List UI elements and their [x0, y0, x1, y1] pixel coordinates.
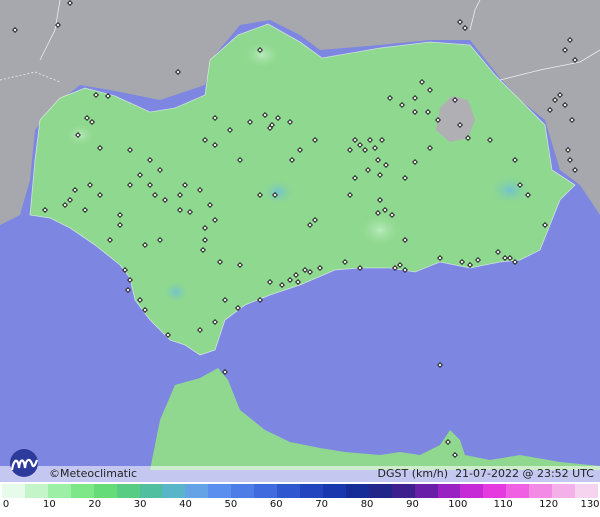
scale-swatch: [24, 484, 48, 498]
scale-tick-label: 20: [88, 499, 102, 510]
scale-swatch: [322, 484, 346, 498]
brand-label: ©Meteoclimatic: [49, 467, 138, 480]
wind-hotspot: [162, 280, 190, 304]
scale-swatch: [345, 484, 369, 498]
scale-tick-label: 100: [448, 499, 468, 510]
map-info: DGST (km/h) 21-07-2022 @ 23:52 UTC: [378, 467, 594, 480]
scale-tick-label: 110: [493, 499, 513, 510]
scale-tick-label: 0: [2, 499, 10, 510]
scale-swatch: [277, 484, 300, 498]
scale-tick-label: 120: [539, 499, 559, 510]
scale-swatch: [116, 484, 140, 498]
scale-swatch: [299, 484, 323, 498]
wind-hotspot: [488, 174, 532, 206]
calm-zone: [242, 41, 282, 69]
scale-swatch: [185, 484, 209, 498]
color-scale-bar: [2, 484, 598, 498]
scale-tick-label: 130: [580, 499, 600, 510]
scale-tick-label: 80: [360, 499, 374, 510]
scale-swatch: [162, 484, 186, 498]
color-scale: 0 10 20 30 40 50 60 70 80 90 100 110 120 130: [0, 482, 600, 517]
scale-swatch: [575, 484, 598, 498]
scale-swatch: [47, 484, 71, 498]
variable-label: DGST (km/h): [377, 467, 449, 480]
calm-zone: [358, 212, 402, 248]
scale-swatch: [208, 484, 232, 498]
scale-swatch: [2, 484, 25, 498]
scale-swatch: [529, 484, 553, 498]
scale-tick-label: 50: [224, 499, 238, 510]
scale-tick-label: 90: [406, 499, 419, 510]
scale-tick-label: 60: [269, 499, 283, 510]
scale-swatch: [391, 484, 415, 498]
scale-tick-label: 30: [133, 499, 147, 510]
scale-swatch: [506, 484, 530, 498]
wind-hotspot: [260, 178, 296, 206]
scale-swatch: [231, 484, 255, 498]
scale-swatch: [368, 484, 392, 498]
wind-gust-map: [0, 0, 600, 517]
scale-swatch: [414, 484, 438, 498]
scale-swatch: [93, 484, 117, 498]
scale-swatch: [437, 484, 461, 498]
scale-tick-label: 70: [315, 499, 329, 510]
scale-swatch: [460, 484, 484, 498]
scale-swatch: [552, 484, 576, 498]
scale-swatch: [254, 484, 278, 498]
scale-swatch: [70, 484, 94, 498]
scale-tick-label: 10: [43, 499, 56, 510]
meteoclimatic-logo-icon: [10, 449, 39, 477]
scale-swatch: [483, 484, 507, 498]
scale-swatch: [139, 484, 163, 498]
scale-tick-label: 40: [179, 499, 192, 510]
datetime-label: 21-07-2022 @ 23:52 UTC: [455, 467, 594, 480]
